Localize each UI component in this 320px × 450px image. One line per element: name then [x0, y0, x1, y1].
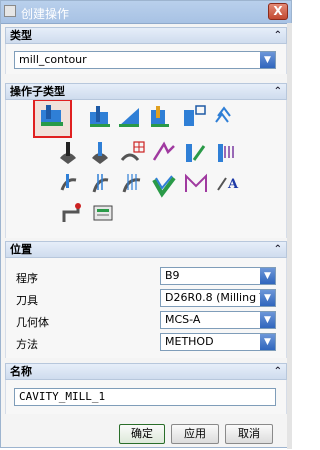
- chevron-down-icon: ▼: [260, 268, 275, 284]
- subtype-panel: A: [5, 100, 287, 238]
- plunge-mill-icon[interactable]: [90, 106, 110, 127]
- chevron-up-icon: ⌃: [273, 366, 282, 377]
- app-icon: [4, 5, 16, 17]
- location-panel: 程序 B9 ▼ 刀具 D26R0.8 (Milling T ▼ 几何体 MCS-…: [5, 258, 287, 358]
- method-value: METHOD: [165, 335, 214, 348]
- method-label: 方法: [16, 338, 38, 351]
- chevron-up-icon: ⌃: [273, 30, 282, 41]
- type-value: mill_contour: [19, 53, 87, 66]
- rest-mill-icon[interactable]: [151, 106, 169, 127]
- mill-control-icon[interactable]: [93, 205, 113, 221]
- name-panel: CAVITY_MILL_1: [5, 380, 287, 414]
- geometry-value: MCS-A: [165, 313, 201, 326]
- flowcut-single-icon[interactable]: [60, 174, 77, 191]
- window-title: 创建操作: [21, 7, 70, 21]
- type-dropdown[interactable]: mill_contour ▼: [14, 51, 276, 69]
- type-section-header[interactable]: 类型 ⌃: [5, 27, 287, 44]
- flowcut-smooth-icon[interactable]: [152, 175, 176, 198]
- chevron-down-icon: ▼: [260, 290, 275, 306]
- close-button[interactable]: X: [268, 3, 288, 20]
- name-section-header[interactable]: 名称 ⌃: [5, 363, 287, 380]
- mill-user-icon[interactable]: [62, 203, 81, 222]
- cancel-button[interactable]: 取消: [225, 424, 273, 444]
- program-value: B9: [165, 269, 180, 282]
- flowcut-ref-tool-icon[interactable]: [122, 174, 141, 193]
- profile-3d-icon[interactable]: [185, 173, 207, 192]
- contour-area-dir-steep-icon[interactable]: [218, 144, 234, 162]
- tool-label: 刀具: [16, 294, 38, 307]
- contour-surface-area-icon[interactable]: [120, 141, 145, 161]
- contour-area-non-steep-icon[interactable]: [186, 144, 206, 162]
- chevron-up-icon: ⌃: [273, 244, 282, 255]
- tool-dropdown[interactable]: D26R0.8 (Milling T ▼: [160, 289, 276, 307]
- flowcut-multiple-icon[interactable]: [92, 174, 109, 193]
- chevron-up-icon: ⌃: [273, 86, 282, 97]
- name-section-label: 名称: [10, 365, 32, 378]
- chevron-down-icon: ▼: [260, 52, 275, 68]
- title-bar: 创建操作 X: [1, 1, 291, 24]
- contour-area-icon[interactable]: [92, 142, 108, 164]
- subtype-section-header[interactable]: 操作子类型 ⌃: [5, 83, 287, 100]
- streamline-icon[interactable]: [152, 141, 175, 161]
- program-label: 程序: [16, 272, 38, 285]
- type-panel: mill_contour ▼: [5, 44, 287, 74]
- method-dropdown[interactable]: METHOD ▼: [160, 333, 276, 351]
- type-section-label: 类型: [10, 29, 32, 42]
- chevron-down-icon: ▼: [260, 334, 275, 350]
- svg-text:A: A: [227, 177, 239, 192]
- location-section-header[interactable]: 位置 ⌃: [5, 241, 287, 258]
- zlevel-profile-icon[interactable]: [184, 105, 206, 126]
- vertical-scrollbar[interactable]: [287, 23, 292, 449]
- create-operation-dialog: 创建操作 X 类型 ⌃ mill_contour ▼ 操作子类型 ⌃ A 位置 …: [0, 0, 292, 449]
- fixed-contour-icon[interactable]: [60, 142, 76, 164]
- apply-button[interactable]: 应用: [171, 424, 219, 444]
- operation-name-input[interactable]: CAVITY_MILL_1: [14, 388, 276, 406]
- chevron-down-icon: ▼: [260, 312, 275, 328]
- geometry-dropdown[interactable]: MCS-A ▼: [160, 311, 276, 329]
- location-section-label: 位置: [10, 243, 32, 256]
- program-dropdown[interactable]: B9 ▼: [160, 267, 276, 285]
- subtype-section-label: 操作子类型: [10, 85, 65, 98]
- subtype-icon-grid: A: [33, 100, 239, 222]
- geometry-label: 几何体: [16, 316, 49, 329]
- ok-button[interactable]: 确定: [119, 424, 165, 444]
- tool-value: D26R0.8 (Milling T: [165, 291, 267, 304]
- contour-text-icon[interactable]: A: [217, 177, 239, 192]
- corner-rough-icon[interactable]: [119, 108, 139, 127]
- zlevel-corner-icon[interactable]: [215, 106, 231, 123]
